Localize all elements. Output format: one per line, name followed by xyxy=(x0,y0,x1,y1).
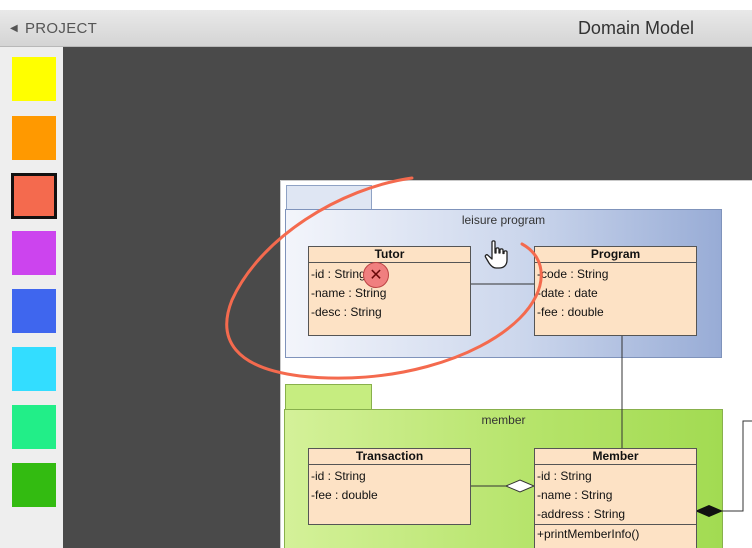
color-swatch-mint[interactable] xyxy=(12,405,56,449)
attribute-program-fee[interactable]: -fee : double xyxy=(537,303,696,322)
class-transaction[interactable]: Transaction -id : String -fee : double xyxy=(308,448,471,525)
color-swatch-coral[interactable] xyxy=(11,173,57,219)
triangle-left-icon: ◀ xyxy=(10,22,18,34)
class-name-program: Program xyxy=(535,247,696,263)
aggregation-diamond xyxy=(504,479,536,493)
color-swatch-purple[interactable] xyxy=(12,231,56,275)
color-swatch-green[interactable] xyxy=(12,463,56,507)
top-bar: ◀ PROJECT Domain Model xyxy=(0,10,752,47)
color-swatch-blue[interactable] xyxy=(12,289,56,333)
composition-diamond xyxy=(695,505,723,517)
composition-line-edge xyxy=(736,420,752,512)
attribute-member-address[interactable]: -address : String xyxy=(537,505,696,524)
color-swatch-cyan[interactable] xyxy=(12,347,56,391)
diagram-title: Domain Model xyxy=(577,18,694,38)
class-program[interactable]: Program -code : String -date : date -fee… xyxy=(534,246,697,336)
project-back-button[interactable]: ◀ PROJECT xyxy=(10,10,97,46)
operation-member-print-info[interactable]: +printMemberInfo() xyxy=(535,524,696,543)
hand-pointer-icon xyxy=(484,240,508,269)
color-palette xyxy=(0,47,63,548)
class-name-transaction: Transaction xyxy=(309,449,470,465)
diagram-canvas[interactable]: leisure program member Tutor -id : Strin… xyxy=(63,47,752,548)
class-member[interactable]: Member -id : String -name : String -addr… xyxy=(534,448,697,548)
attribute-tutor-id[interactable]: -id : String xyxy=(311,265,470,284)
attribute-program-code[interactable]: -code : String xyxy=(537,265,696,284)
attribute-member-id[interactable]: -id : String xyxy=(537,467,696,486)
attribute-member-name[interactable]: -name : String xyxy=(537,486,696,505)
class-name-member: Member xyxy=(535,449,696,465)
class-tutor[interactable]: Tutor -id : String -name : String -desc … xyxy=(308,246,471,336)
color-swatch-yellow[interactable] xyxy=(12,57,56,101)
attribute-transaction-id[interactable]: -id : String xyxy=(311,467,470,486)
class-name-tutor: Tutor xyxy=(309,247,470,263)
attribute-transaction-fee[interactable]: -fee : double xyxy=(311,486,470,505)
diagram-sheet: leisure program member Tutor -id : Strin… xyxy=(280,180,752,548)
color-swatch-orange[interactable] xyxy=(12,116,56,160)
attribute-tutor-desc[interactable]: -desc : String xyxy=(311,303,470,322)
project-back-label: PROJECT xyxy=(25,19,98,37)
attribute-program-date[interactable]: -date : date xyxy=(537,284,696,303)
attribute-tutor-name[interactable]: -name : String xyxy=(311,284,470,303)
close-circle-icon[interactable]: ✕ xyxy=(363,262,389,288)
